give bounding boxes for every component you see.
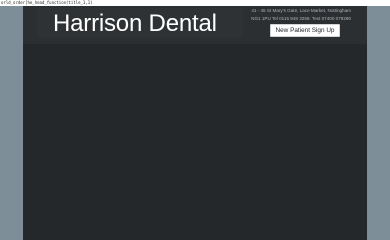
contact-line: NG1 1PU Tel 0115 948 3259. Text 07400 07… [251,16,351,21]
debug-output: orld_order[he_head_function(title_1,1) [0,0,390,6]
address-line: 41 - 45 St Mary's Gate, Lace Market, Not… [251,8,351,13]
new-patient-sign-up-button[interactable]: New Patient Sign Up [270,24,340,37]
site-title: Harrison Dental [53,10,217,37]
empty-content-area [23,44,367,240]
website-panel: Harrison Dental 41 - 45 St Mary's Gate, … [23,6,367,240]
right-background-margin [367,6,390,240]
site-header: Harrison Dental 41 - 45 St Mary's Gate, … [23,6,367,44]
left-background-margin [0,6,23,240]
